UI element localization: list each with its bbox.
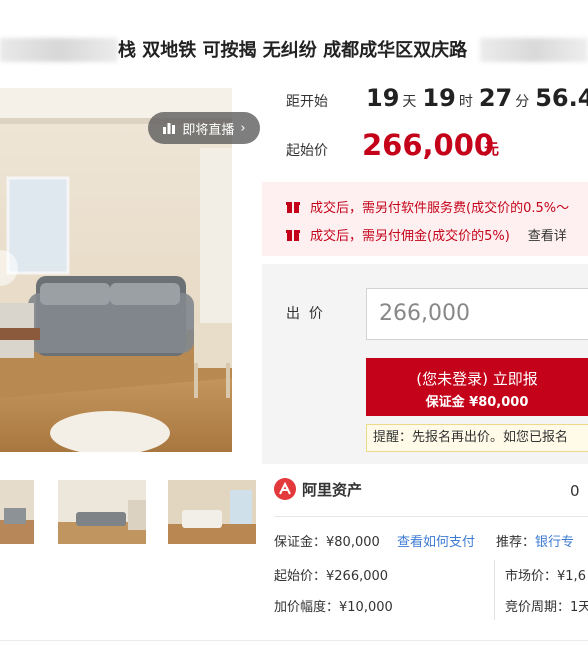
register-reminder: 提醒：先报名再出价。如您已报名: [366, 424, 588, 452]
notice-commission: 成交后，需另付佣金(成交价的5%) 查看详: [286, 225, 567, 244]
thumbnail-photo: [58, 480, 146, 544]
increment-value: ¥10,000: [339, 600, 393, 615]
countdown-hours-unit: 时: [458, 94, 473, 110]
bid-label: 出 价: [286, 306, 323, 322]
market-price-value: ¥1,6: [557, 569, 586, 584]
thumbnail-3[interactable]: [168, 480, 256, 544]
deposit-amount-label: 保证金 ¥80,000: [425, 395, 529, 410]
watch-count: 0: [570, 482, 580, 500]
start-price-row: 起始价：¥266,000: [274, 565, 388, 584]
increment-label: 加价幅度：: [274, 600, 340, 615]
recommend-label: 推荐：: [496, 535, 536, 550]
thumbnail-1[interactable]: [0, 480, 34, 544]
logo-glyph: [279, 482, 291, 495]
notice-service-fee: 成交后，需另付软件服务费(成交价的0.5%～: [286, 197, 569, 216]
start-price-unit: 元: [484, 140, 500, 158]
countdown-hours: 19: [422, 84, 456, 112]
bar-chart-icon: [163, 123, 176, 134]
thumbnail-photo: [0, 480, 34, 544]
fee-notice-box: [262, 182, 588, 256]
platform-name: 阿里资产: [302, 480, 363, 499]
title-blurred-left: [0, 38, 118, 62]
deposit-value: ¥80,000: [326, 535, 380, 550]
start-price-value: 266,000: [362, 128, 495, 162]
detail-start-label: 起始价：: [274, 569, 327, 584]
countdown-label: 距开始: [286, 94, 328, 110]
thumbnail-photo: [168, 480, 256, 544]
gift-icon: [286, 202, 300, 213]
live-stream-label: 即将直播: [182, 122, 235, 138]
bid-price-input[interactable]: 266,000: [366, 288, 588, 340]
increment-row: 加价幅度：¥10,000: [274, 596, 393, 615]
listing-title: 栈 双地铁 可按揭 无纠纷 成都成华区双庆路: [118, 40, 468, 61]
period-value: 1天: [570, 600, 588, 615]
market-price-label: 市场价：: [505, 569, 558, 584]
column-divider: [494, 560, 495, 620]
countdown-seconds: 56.4: [535, 84, 588, 112]
countdown-days: 19: [366, 84, 400, 112]
period-row: 竞价周期：1天: [505, 596, 588, 615]
start-price-label: 起始价: [286, 143, 328, 159]
deposit-row: 保证金：¥80,000: [274, 531, 380, 550]
how-to-pay-link[interactable]: 查看如何支付: [397, 531, 475, 550]
thumbnail-2[interactable]: [58, 480, 146, 544]
chevron-right-icon: ›: [240, 120, 246, 136]
market-price-row: 市场价：¥1,6: [505, 565, 586, 584]
register-bid-button[interactable]: (您未登录) 立即报 保证金 ¥80,000: [366, 358, 588, 416]
countdown-timer: 19天19时27分56.4秒: [366, 84, 588, 112]
period-label: 竞价周期：: [505, 600, 571, 615]
platform-logo[interactable]: 阿里资产: [274, 478, 362, 500]
deposit-label: 保证金：: [274, 535, 327, 550]
notice-service-fee-text: 成交后，需另付软件服务费(成交价的0.5%～: [310, 201, 570, 216]
notice-commission-text: 成交后，需另付佣金(成交价的5%): [310, 229, 510, 244]
view-details-link[interactable]: 查看详: [528, 225, 567, 244]
live-stream-badge[interactable]: 即将直播 ›: [148, 112, 260, 144]
title-blurred-right: [480, 38, 588, 62]
countdown-minutes-unit: 分: [515, 94, 530, 110]
divider: [274, 516, 588, 517]
recommend-link[interactable]: 银行专: [535, 535, 574, 550]
bottom-divider: [0, 640, 588, 641]
recommend-row: 推荐：银行专: [496, 531, 574, 550]
alibaba-asset-logo-icon: [274, 478, 296, 500]
countdown-days-unit: 天: [402, 94, 417, 110]
countdown-minutes: 27: [478, 84, 513, 112]
detail-start-value: ¥266,000: [326, 569, 389, 584]
register-bid-button-label: (您未登录) 立即报: [416, 370, 538, 388]
gift-icon: [286, 230, 300, 241]
